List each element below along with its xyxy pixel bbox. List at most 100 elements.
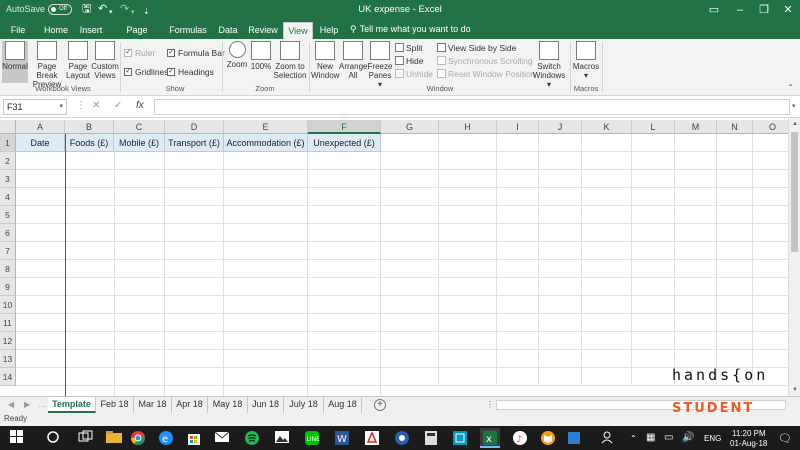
column-header-a[interactable]: A xyxy=(16,120,65,134)
tab-help[interactable]: Help xyxy=(316,22,342,39)
column-header-m[interactable]: M xyxy=(675,120,717,134)
restore-icon[interactable]: ❐ xyxy=(752,1,776,19)
column-header-i[interactable]: I xyxy=(497,120,539,134)
gridlines-checkbox[interactable]: Gridlines xyxy=(124,66,169,77)
sheet-tab-mar-18[interactable]: Mar 18 xyxy=(134,397,172,413)
column-header-d[interactable]: D xyxy=(165,120,224,134)
ibooks-icon[interactable] xyxy=(540,430,556,446)
column-header-h[interactable]: H xyxy=(439,120,497,134)
sheet-tab-aug-18[interactable]: Aug 18 xyxy=(324,397,362,413)
acrobat-icon[interactable] xyxy=(364,430,380,446)
tab-file[interactable]: File xyxy=(4,22,32,39)
split-button[interactable]: Split xyxy=(395,43,423,53)
calculator-icon[interactable] xyxy=(424,430,440,446)
edge-icon[interactable]: e xyxy=(158,430,174,446)
formula-input[interactable] xyxy=(154,99,790,115)
search-icon[interactable] xyxy=(46,430,62,446)
tab-formulas[interactable]: Formulas xyxy=(168,22,208,39)
row-header-3[interactable]: 3 xyxy=(0,170,16,188)
chrome-icon[interactable] xyxy=(130,430,146,446)
tab-page-layout[interactable]: Page Layout xyxy=(112,22,162,51)
itunes-icon[interactable]: ♪ xyxy=(512,430,528,446)
sheet-tab-july-18[interactable]: July 18 xyxy=(284,397,324,413)
cancel-icon[interactable]: ✕ xyxy=(92,100,100,111)
row-header-4[interactable]: 4 xyxy=(0,188,16,206)
reset-window-position-button[interactable]: Reset Window Position xyxy=(437,69,535,79)
page-layout-view-button[interactable]: Page Layout xyxy=(66,41,90,80)
screen-snip-icon[interactable] xyxy=(452,430,468,446)
row-header-1[interactable]: 1 xyxy=(0,134,16,152)
sheet-tab-may-18[interactable]: May 18 xyxy=(208,397,248,413)
header-cell-accommodation[interactable]: Accommodation (£) xyxy=(224,134,308,152)
clock-date[interactable]: 01-Aug-18 xyxy=(730,439,767,448)
photos-icon[interactable] xyxy=(274,430,290,446)
column-header-g[interactable]: G xyxy=(381,120,439,134)
column-header-k[interactable]: K xyxy=(582,120,632,134)
clock-time[interactable]: 11:20 PM xyxy=(732,429,766,438)
excel-taskbar-icon[interactable]: x xyxy=(480,428,500,448)
zoom-to-selection-button[interactable]: Zoom to Selection xyxy=(273,41,307,80)
row-header-14[interactable]: 14 xyxy=(0,368,16,386)
collapse-ribbon-icon[interactable]: ⌃ xyxy=(787,83,794,92)
tab-insert[interactable]: Insert xyxy=(76,22,106,39)
add-sheet-icon[interactable]: + xyxy=(374,399,386,411)
header-cell-transport[interactable]: Transport (£) xyxy=(165,134,224,152)
scrollbar-thumb[interactable] xyxy=(791,132,798,252)
new-window-button[interactable]: New Window xyxy=(311,41,339,80)
page-break-preview-button[interactable]: Page Break Preview xyxy=(29,41,65,89)
column-header-f[interactable]: F xyxy=(308,120,381,134)
tab-home[interactable]: Home xyxy=(40,22,72,39)
scroll-sheets-right-icon[interactable]: ▶ xyxy=(24,400,30,409)
people-icon[interactable] xyxy=(601,430,618,446)
header-cell-foods[interactable]: Foods (£) xyxy=(65,134,114,152)
ribbon-display-icon[interactable]: ▭ xyxy=(702,1,726,19)
more-sheets-icon[interactable]: … xyxy=(38,400,46,409)
view-side-by-side-button[interactable]: View Side by Side xyxy=(437,43,516,53)
row-header-13[interactable]: 13 xyxy=(0,350,16,368)
column-header-j[interactable]: J xyxy=(539,120,582,134)
tab-split-handle-icon[interactable]: ⋮ xyxy=(486,400,494,409)
row-header-12[interactable]: 12 xyxy=(0,332,16,350)
sheet-tab-apr-18[interactable]: Apr 18 xyxy=(172,397,208,413)
zoom-button[interactable]: Zoom xyxy=(225,41,249,69)
media-player-icon[interactable] xyxy=(394,430,410,446)
word-icon[interactable]: W xyxy=(334,430,350,446)
battery-icon[interactable]: ▭ xyxy=(664,432,673,443)
row-header-5[interactable]: 5 xyxy=(0,206,16,224)
scroll-sheets-left-icon[interactable]: ◀ xyxy=(8,400,14,409)
store-icon[interactable] xyxy=(186,430,202,446)
synchronous-scrolling-button[interactable]: Synchronous Scrolling xyxy=(437,56,533,66)
spotify-icon[interactable] xyxy=(244,430,260,446)
scroll-up-icon[interactable]: ▲ xyxy=(789,121,800,127)
row-header-6[interactable]: 6 xyxy=(0,224,16,242)
unhide-button[interactable]: Unhide xyxy=(395,69,433,79)
sheet-tab-jun-18[interactable]: Jun 18 xyxy=(248,397,284,413)
normal-view-button[interactable]: Normal xyxy=(2,41,28,83)
row-header-8[interactable]: 8 xyxy=(0,260,16,278)
column-header-l[interactable]: L xyxy=(632,120,675,134)
arrange-all-button[interactable]: Arrange All xyxy=(339,41,367,80)
formula-bar-checkbox[interactable]: Formula Bar xyxy=(167,47,225,58)
sheet-tab-feb-18[interactable]: Feb 18 xyxy=(96,397,134,413)
tab-data[interactable]: Data xyxy=(214,22,242,39)
switch-windows-button[interactable]: Switch Windows ▾ xyxy=(530,41,568,89)
notifications-icon[interactable]: 🗨 xyxy=(778,432,792,445)
headings-checkbox[interactable]: Headings xyxy=(167,66,214,77)
row-header-10[interactable]: 10 xyxy=(0,296,16,314)
column-header-c[interactable]: C xyxy=(114,120,165,134)
select-all-corner[interactable] xyxy=(0,120,16,134)
tab-review[interactable]: Review xyxy=(246,22,280,39)
windows-start-icon[interactable] xyxy=(10,430,26,446)
tell-me-search[interactable]: ⚲ Tell me what you want to do xyxy=(350,24,471,35)
tray-overflow-icon[interactable]: ⌃ xyxy=(630,434,637,443)
input-language[interactable]: ENG xyxy=(704,434,721,443)
zoom-100-button[interactable]: 100% xyxy=(250,41,272,71)
task-view-icon[interactable] xyxy=(78,430,94,446)
file-explorer-icon[interactable] xyxy=(106,430,122,446)
vertical-scrollbar[interactable]: ▲ ▼ xyxy=(788,118,800,396)
network-icon[interactable]: ▦ xyxy=(646,432,655,443)
enter-icon[interactable]: ✓ xyxy=(114,100,122,111)
line-icon[interactable]: LINE xyxy=(304,430,320,446)
column-header-n[interactable]: N xyxy=(717,120,753,134)
row-header-11[interactable]: 11 xyxy=(0,314,16,332)
